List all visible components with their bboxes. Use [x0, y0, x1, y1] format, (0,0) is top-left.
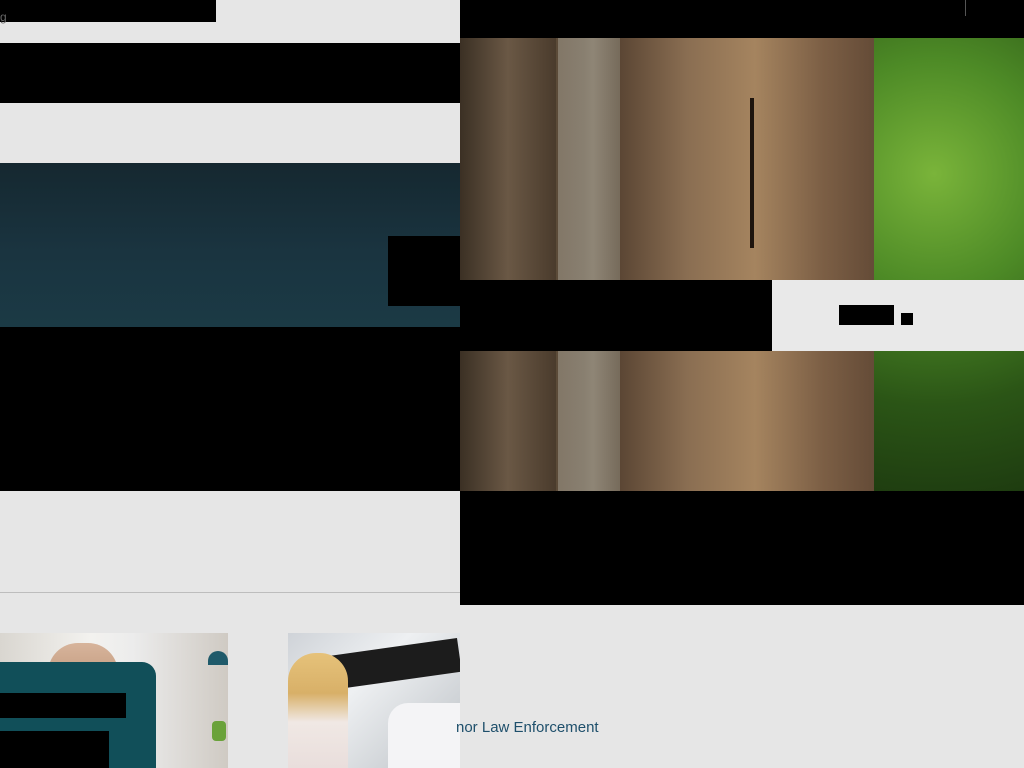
- page: g nor Law Enforcement: [0, 0, 1024, 768]
- tree-trunk: [460, 38, 556, 491]
- tree-trunk: [558, 38, 628, 491]
- card-caption-link[interactable]: nor Law Enforcement: [456, 719, 599, 736]
- redacted-caption-label[interactable]: [839, 305, 894, 325]
- redacted-content-band: [0, 327, 460, 491]
- child-figure: [288, 653, 348, 768]
- redacted-hero-caption: [460, 280, 772, 351]
- redacted-header-bar: [0, 0, 216, 22]
- redacted-image-overlay: [388, 236, 460, 306]
- plant: [212, 721, 226, 741]
- adult-arm: [388, 703, 460, 768]
- top-bar-separator: [965, 0, 966, 16]
- tree-trunk: [620, 38, 890, 491]
- redacted-hero-footer: [460, 491, 1024, 605]
- hero-caption-panel[interactable]: [772, 280, 1024, 351]
- redacted-top-bar: [460, 0, 1024, 38]
- foliage: [874, 38, 1024, 491]
- header-fragment-text: g: [0, 10, 7, 24]
- forest-hero-image: [460, 38, 1024, 491]
- trunk-crack: [750, 98, 754, 248]
- lamp: [208, 651, 228, 665]
- child-with-keyboard-image[interactable]: [288, 633, 460, 768]
- redacted-title-band: [0, 43, 460, 103]
- redacted-card-title: [0, 693, 126, 718]
- redacted-card-subtitle: [0, 731, 109, 768]
- section-divider: [0, 592, 460, 593]
- redacted-caption-icon[interactable]: [901, 313, 913, 325]
